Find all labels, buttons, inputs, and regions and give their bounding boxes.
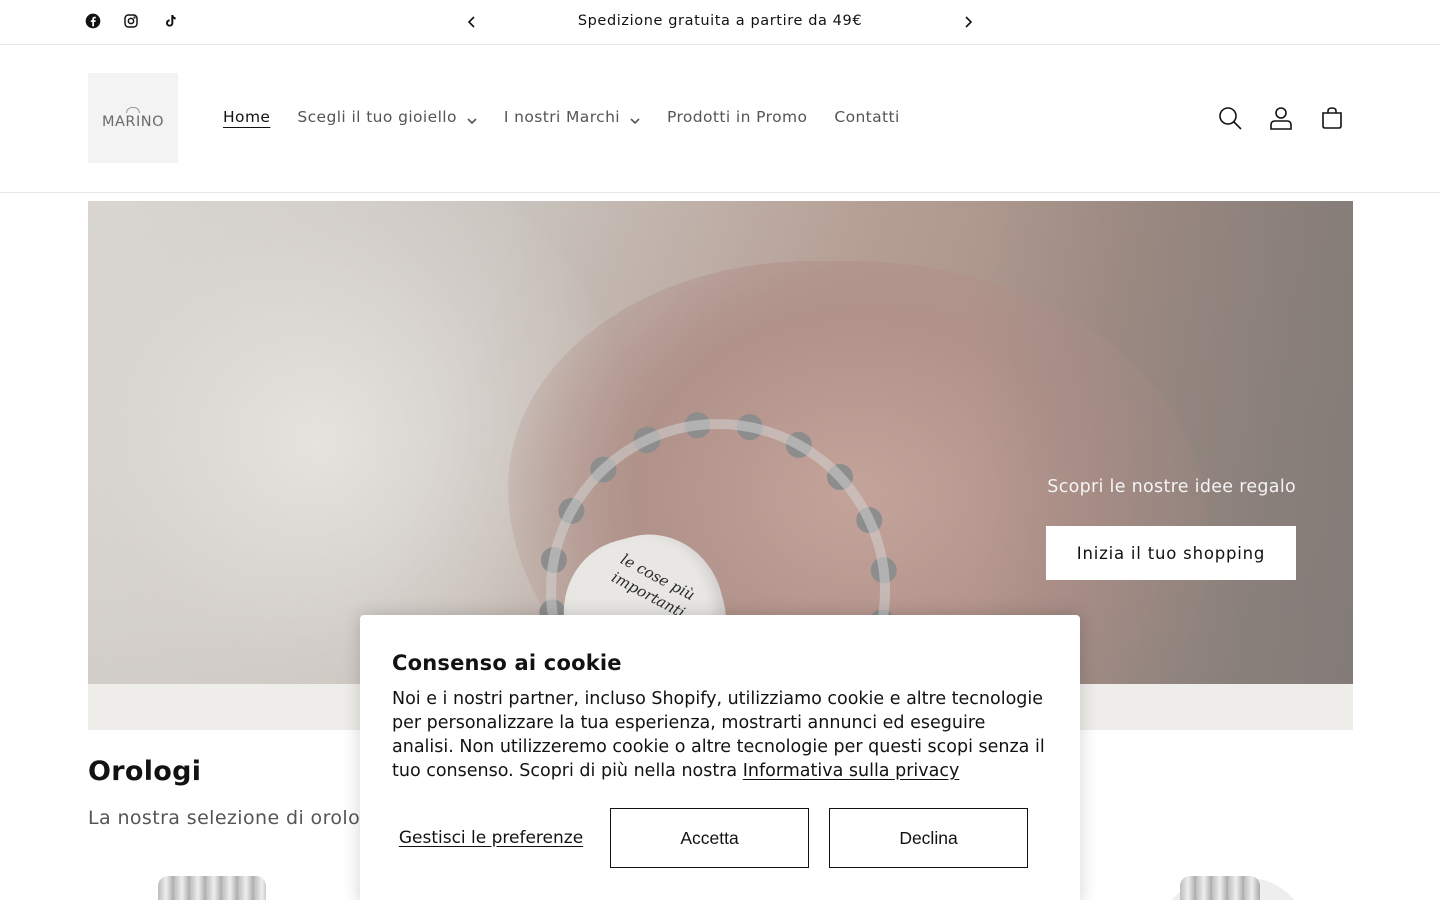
accept-button[interactable]: Accetta — [610, 808, 809, 868]
nav-item-jewelry[interactable]: Scegli il tuo gioiello — [297, 108, 477, 126]
hero-caption: Scopri le nostre idee regalo — [1047, 477, 1296, 497]
nav-label: Contatti — [834, 108, 900, 126]
account-icon[interactable] — [1267, 104, 1295, 132]
cookie-body: Noi e i nostri partner, incluso Shopify,… — [392, 687, 1052, 783]
instagram-icon[interactable] — [122, 12, 140, 30]
cookie-title: Consenso ai cookie — [392, 651, 622, 675]
chevron-down-icon — [467, 112, 477, 125]
search-icon[interactable] — [1216, 104, 1244, 132]
cart-icon[interactable] — [1318, 104, 1346, 132]
announcement-text: Spedizione gratuita a partire da 49€ — [577, 13, 863, 29]
nav-item-brands[interactable]: I nostri Marchi — [504, 108, 640, 126]
tiktok-icon[interactable] — [161, 12, 179, 30]
nav-item-promo[interactable]: Prodotti in Promo — [667, 108, 807, 126]
announcement-bar: Spedizione gratuita a partire da 49€ — [0, 0, 1440, 45]
decline-button[interactable]: Declina — [829, 808, 1028, 868]
announcement-next-button[interactable] — [958, 12, 978, 32]
announcement-prev-button[interactable] — [462, 12, 482, 32]
hero-shade — [973, 201, 1353, 684]
nav-item-home[interactable]: Home — [223, 108, 270, 126]
site-logo[interactable]: MARINO — [88, 73, 178, 163]
site-header: MARINO Home Scegli il tuo gioiello I nos… — [0, 45, 1440, 193]
main-nav: Home Scegli il tuo gioiello I nostri Mar… — [223, 108, 927, 126]
start-shopping-button[interactable]: Inizia il tuo shopping — [1046, 526, 1296, 580]
nav-label: Home — [223, 108, 271, 126]
logo-text: MARINO — [101, 113, 165, 130]
nav-label: Prodotti in Promo — [667, 108, 808, 126]
product-image[interactable] — [158, 876, 266, 900]
facebook-icon[interactable] — [84, 12, 102, 30]
nav-label: I nostri Marchi — [503, 108, 620, 126]
manage-preferences-link[interactable]: Gestisci le preferenze — [392, 808, 590, 868]
nav-label: Scegli il tuo gioiello — [297, 108, 457, 126]
logo-crown-icon — [126, 106, 140, 113]
chevron-down-icon — [630, 112, 640, 125]
collection-title: Orologi — [88, 756, 202, 787]
privacy-policy-link[interactable]: Informativa sulla privacy — [743, 761, 960, 781]
cookie-consent-dialog: Consenso ai cookie Noi e i nostri partne… — [360, 615, 1080, 900]
nav-item-contacts[interactable]: Contatti — [834, 108, 899, 126]
collection-subtitle: La nostra selezione di orologi — [88, 807, 379, 829]
product-image[interactable] — [1180, 876, 1260, 900]
hero-banner: le cose più importanti Scopri le nostre … — [88, 201, 1353, 684]
